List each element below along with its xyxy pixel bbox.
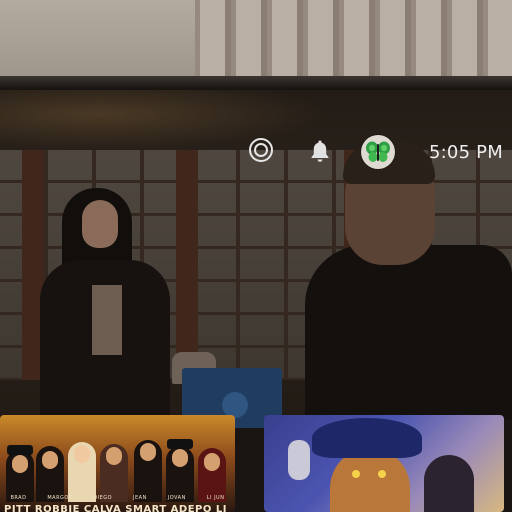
poster-credits-surnames: PITT ROBBIE CALVA SMART ADEPO LI xyxy=(4,504,227,512)
target-icon[interactable] xyxy=(249,138,273,162)
poster-face xyxy=(172,449,188,467)
credit-name: MARGOT xyxy=(47,495,73,501)
profile-avatar[interactable] xyxy=(361,135,395,169)
bell-icon[interactable] xyxy=(310,139,330,163)
credit-name: JEAN xyxy=(133,495,147,501)
poster-face xyxy=(12,455,28,473)
credit-name: BRAD xyxy=(10,495,27,501)
clock: 5:05 PM xyxy=(429,142,503,163)
status-bar: 5:05 PM xyxy=(240,132,512,172)
ceiling-panel xyxy=(0,0,195,78)
credit-name: LI JUN xyxy=(206,495,225,501)
poster-face xyxy=(106,447,122,465)
poster-face xyxy=(140,443,156,461)
poster-face xyxy=(42,451,58,469)
poster-eye xyxy=(378,470,386,478)
poster-hat xyxy=(167,439,193,449)
poster-credits-names: BRAD MARGOT DIEGO JEAN JOVAN LI JUN xyxy=(0,495,235,501)
man-figure xyxy=(305,245,512,420)
content-tile[interactable]: BRAD MARGOT DIEGO JEAN JOVAN LI JUN PITT… xyxy=(0,415,235,512)
woman-face xyxy=(82,200,118,248)
poster-face xyxy=(74,445,90,463)
ceiling-slats xyxy=(195,0,512,78)
poster-hat xyxy=(312,418,422,458)
credit-name: DIEGO xyxy=(93,495,113,501)
credit-name: JOVAN xyxy=(167,495,186,501)
poster-character xyxy=(424,455,474,512)
poster-character xyxy=(288,440,310,480)
poster-face xyxy=(204,453,220,471)
poster-eye xyxy=(352,470,360,478)
woman-shirt xyxy=(92,285,122,355)
poster-hat xyxy=(7,445,33,455)
butterfly-icon xyxy=(366,141,390,162)
ceiling-beam xyxy=(0,76,512,90)
